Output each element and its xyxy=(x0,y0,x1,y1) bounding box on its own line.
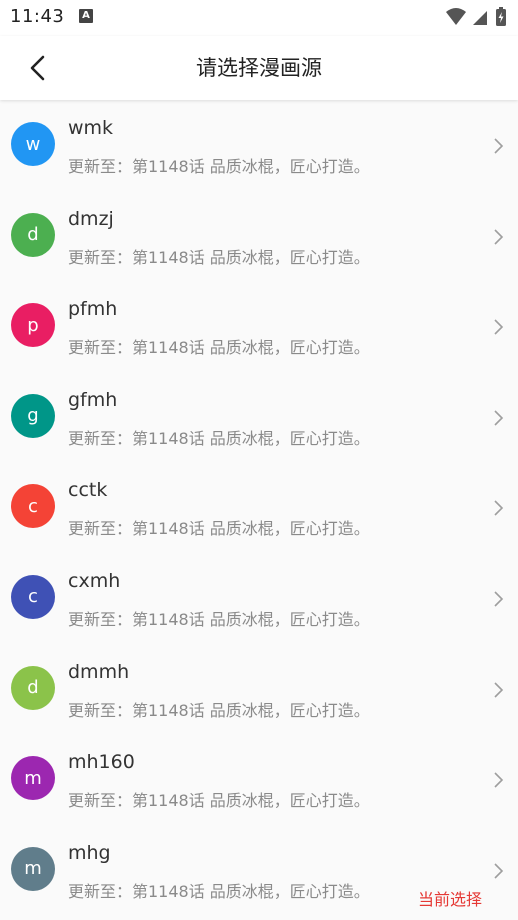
source-item[interactable]: m mhg 更新至：第1148话 品质冰棍，匠心打造。 当前选择 xyxy=(0,826,518,917)
source-update-info: 更新至：第1148话 品质冰棍，匠心打造。 xyxy=(68,338,370,358)
source-name: mh160 xyxy=(68,751,135,774)
source-name: mhg xyxy=(68,841,111,864)
chevron-right-icon xyxy=(494,319,504,335)
chevron-left-icon xyxy=(30,55,45,81)
source-update-info: 更新至：第1148话 品质冰棍，匠心打造。 xyxy=(68,519,370,539)
source-avatar: p xyxy=(11,303,55,348)
back-button[interactable] xyxy=(16,46,60,90)
source-item[interactable]: d dmzj 更新至：第1148话 品质冰棍，匠心打造。 xyxy=(0,192,518,283)
source-update-info: 更新至：第1148话 品质冰棍，匠心打造。 xyxy=(68,881,370,901)
source-update-info: 更新至：第1148话 品质冰棍，匠心打造。 xyxy=(68,428,370,448)
source-name: pfmh xyxy=(68,298,118,321)
chevron-right-icon xyxy=(494,138,504,154)
chevron-right-icon xyxy=(494,500,504,516)
source-item[interactable]: g gfmh 更新至：第1148话 品质冰棍，匠心打造。 xyxy=(0,373,518,464)
chevron-right-icon xyxy=(494,772,504,788)
current-selection-label: 当前选择 xyxy=(417,889,482,909)
status-time: 11:43 xyxy=(10,6,65,27)
battery-charging-icon xyxy=(496,7,506,26)
signal-icon xyxy=(473,11,487,25)
source-avatar: d xyxy=(11,665,55,710)
source-item[interactable]: d dmmh 更新至：第1148话 品质冰棍，匠心打造。 xyxy=(0,645,518,736)
source-update-info: 更新至：第1148话 品质冰棍，匠心打造。 xyxy=(68,247,370,267)
app-bar: 请选择漫画源 xyxy=(0,36,518,100)
source-item[interactable]: c cctk 更新至：第1148话 品质冰棍，匠心打造。 xyxy=(0,463,518,554)
source-name: dmmh xyxy=(68,660,130,683)
source-update-info: 更新至：第1148话 品质冰棍，匠心打造。 xyxy=(68,609,370,629)
source-avatar: m xyxy=(11,756,55,801)
source-update-info: 更新至：第1148话 品质冰棍，匠心打造。 xyxy=(68,791,370,811)
source-item[interactable]: m mh160 更新至：第1148话 品质冰棍，匠心打造。 xyxy=(0,735,518,826)
source-name: dmzj xyxy=(68,207,114,230)
wifi-icon xyxy=(446,8,466,25)
source-avatar: g xyxy=(11,393,55,438)
chevron-right-icon xyxy=(494,681,504,698)
source-update-info: 更新至：第1148话 品质冰棍，匠心打造。 xyxy=(68,157,370,176)
chevron-right-icon xyxy=(494,229,504,245)
source-update-info: 更新至：第1148话 品质冰棍，匠心打造。 xyxy=(68,700,370,720)
source-name: cctk xyxy=(68,479,108,502)
chevron-right-icon xyxy=(494,863,504,879)
chevron-right-icon xyxy=(494,410,504,426)
source-avatar: d xyxy=(11,212,55,257)
source-list: w wmk 更新至：第1148话 品质冰棍，匠心打造。 d dmzj 更新至：第… xyxy=(0,101,518,916)
source-item[interactable]: p pfmh 更新至：第1148话 品质冰棍，匠心打造。 xyxy=(0,282,518,373)
status-icons xyxy=(444,6,510,28)
status-bar: 11:43 A xyxy=(0,0,518,36)
chevron-right-icon xyxy=(494,591,504,607)
source-avatar: c xyxy=(11,484,55,529)
page-title: 请选择漫画源 xyxy=(196,56,322,80)
source-name: gfmh xyxy=(68,388,118,411)
source-avatar: m xyxy=(11,846,55,891)
source-avatar: c xyxy=(11,574,55,619)
source-name: wmk xyxy=(68,117,114,139)
source-item[interactable]: c cxmh 更新至：第1148话 品质冰棍，匠心打造。 xyxy=(0,554,518,645)
notification-icon: A xyxy=(79,9,93,23)
source-name: cxmh xyxy=(68,569,121,592)
source-avatar: w xyxy=(11,122,55,166)
source-item[interactable]: w wmk 更新至：第1148话 品质冰棍，匠心打造。 xyxy=(0,101,518,192)
